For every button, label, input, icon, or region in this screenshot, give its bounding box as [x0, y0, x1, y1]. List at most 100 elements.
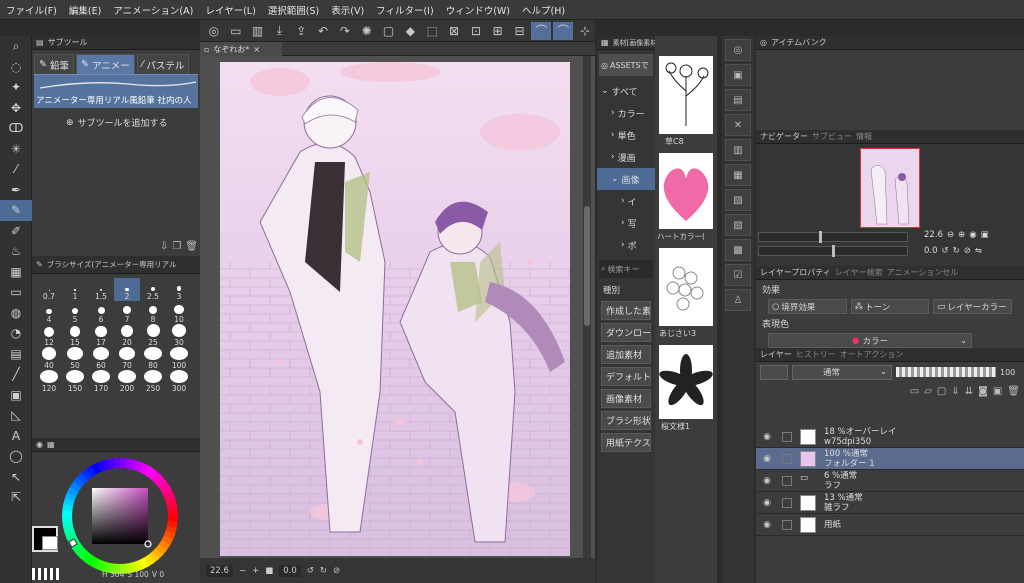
snap-special-ruler-icon[interactable]: ⌒	[531, 21, 552, 40]
move-tool-icon[interactable]: ✥	[0, 98, 32, 119]
new-raster-layer-icon[interactable]: ▭	[910, 386, 919, 397]
material-thumb-hydrangea[interactable]	[659, 248, 713, 326]
material-tree-item[interactable]: › ポ	[597, 234, 655, 256]
brush-size-option[interactable]: 25	[140, 324, 166, 347]
sub-color-swatch[interactable]	[42, 536, 58, 550]
menu-help[interactable]: ヘルプ(H)	[516, 3, 571, 17]
open-icon[interactable]: ▥	[248, 22, 268, 40]
tree-expand-icon[interactable]: ›	[611, 130, 615, 140]
layer-color-button[interactable]: ▭ レイヤーカラー	[933, 299, 1013, 314]
brush-size-option[interactable]: 2.5	[140, 278, 166, 301]
export-icon[interactable]: ⇪	[291, 22, 311, 40]
opacity-slider[interactable]	[896, 367, 996, 377]
tree-expand-icon[interactable]: ⌄	[601, 86, 609, 96]
select-icon[interactable]: ⊡	[466, 22, 486, 40]
add-subtool-button[interactable]: ⊕ サブツールを追加する	[32, 108, 200, 130]
navigator-icon[interactable]: ◎	[725, 39, 751, 61]
brush-size-option[interactable]: 40	[36, 347, 62, 370]
clear-icon[interactable]: ▢	[379, 22, 399, 40]
menu-animation[interactable]: アニメーション(A)	[107, 3, 199, 17]
brush-size-option[interactable]: 2	[114, 278, 140, 301]
balloon-tool-icon[interactable]: ◯	[0, 446, 32, 467]
zoom-in-icon[interactable]: +	[252, 566, 259, 576]
operation-tool-icon[interactable]: ⇱	[0, 487, 32, 508]
material-tree-item[interactable]: › 漫画	[597, 146, 655, 168]
canvas-tab[interactable]: ▫ なぞれお* ×	[200, 42, 282, 56]
rotate-left-icon[interactable]: ↺	[942, 246, 949, 256]
approx-color-icon[interactable]: ☑	[725, 264, 751, 286]
brush-size-option[interactable]: 4	[36, 301, 62, 324]
brush-size-option[interactable]: 100	[166, 347, 192, 370]
brush-size-option[interactable]: 12	[36, 324, 62, 347]
material-thumb-grass[interactable]	[659, 56, 713, 134]
magic-wand-icon[interactable]: ✳	[0, 139, 32, 160]
intermediate-color-icon[interactable]: ▩	[725, 239, 751, 261]
layer-color-swatch[interactable]	[760, 364, 788, 380]
new-file-icon[interactable]: ▭	[226, 22, 246, 40]
menu-selection[interactable]: 選択範囲(S)	[262, 3, 325, 17]
brush-size-option[interactable]: 200	[114, 370, 140, 393]
ruler-tool-icon[interactable]: ◺	[0, 405, 32, 426]
brush-size-option[interactable]: 5	[62, 301, 88, 324]
copy-icon[interactable]: ❐	[172, 241, 181, 252]
decoration-tool-icon[interactable]: ▦	[0, 262, 32, 283]
brush-size-icon[interactable]: ▥	[725, 139, 751, 161]
brush-size-option[interactable]: 170	[88, 370, 114, 393]
brush-size-option[interactable]: 3	[166, 278, 192, 301]
animation-cel-tab[interactable]: アニメーションセル	[887, 267, 959, 278]
new-folder-icon[interactable]: ▢	[937, 386, 946, 397]
artwork[interactable]	[220, 62, 570, 556]
canvas-vertical-scrollbar[interactable]	[583, 56, 591, 558]
visibility-eye-icon[interactable]: ◉	[756, 476, 778, 486]
layer-row[interactable]: ◉ 18 %オーバーレイ w75dpi350	[756, 426, 1024, 448]
download-icon[interactable]: ⇩	[160, 241, 168, 252]
navigator-tab[interactable]: ナビゲーター	[760, 131, 808, 142]
auto-action-tab[interactable]: オートアクション	[840, 349, 904, 360]
subtool-selected-item[interactable]: アニメーター専用リアル風鉛筆 社内の人	[34, 74, 198, 108]
layer-search-tab[interactable]: レイヤー検索	[835, 267, 883, 278]
fit-icon[interactable]: ◉	[969, 230, 976, 240]
material-category-button[interactable]: ブラシ形状	[601, 411, 651, 430]
expression-color-select[interactable]: ● カラー ⌄	[768, 333, 972, 348]
flip-h-icon[interactable]: ⇋	[975, 246, 982, 256]
subtool-tab-pencil[interactable]: ✎ 鉛筆	[34, 54, 74, 74]
reset-rotation-icon[interactable]: ⊘	[333, 566, 340, 576]
lasso-icon[interactable]: ↀ	[0, 118, 32, 139]
rotate-right-icon[interactable]: ↻	[953, 246, 960, 256]
brush-tool-icon[interactable]: ✐	[0, 221, 32, 242]
menu-view[interactable]: 表示(V)	[325, 3, 370, 17]
pen-tool-icon[interactable]: ✒	[0, 180, 32, 201]
navigator-preview[interactable]	[860, 148, 920, 228]
brush-size-option[interactable]: 50	[62, 347, 88, 370]
menu-layer[interactable]: レイヤー(L)	[199, 3, 261, 17]
stop-icon[interactable]: ■	[265, 566, 273, 576]
brush-size-option[interactable]: 20	[114, 324, 140, 347]
brush-size-option[interactable]: 120	[36, 370, 62, 393]
material-tree-item[interactable]: › イ	[597, 190, 655, 212]
merge-icon[interactable]: ⇊	[965, 386, 973, 397]
fill-icon[interactable]: ◆	[400, 22, 420, 40]
tone-button[interactable]: ⁂ トーン	[850, 299, 930, 314]
material-category-button[interactable]: デフォルト	[601, 367, 651, 386]
zoom-out-icon[interactable]: −	[239, 566, 246, 576]
blend-mode-select[interactable]: 通常 ⌄	[792, 364, 892, 380]
color-wheel[interactable]	[60, 456, 180, 576]
reset-rotation-icon[interactable]: ⊘	[964, 246, 971, 256]
material-thumb-heart[interactable]	[659, 153, 713, 229]
brush-size-option[interactable]: 300	[166, 370, 192, 393]
actual-size-icon[interactable]: ▣	[981, 230, 989, 240]
new-vector-layer-icon[interactable]: ▱	[924, 386, 932, 397]
layer-lock-checkbox[interactable]	[782, 519, 792, 530]
menu-filter[interactable]: フィルター(I)	[370, 3, 440, 17]
figure-tool-icon[interactable]: ╱	[0, 364, 32, 385]
undo-icon[interactable]: ↶	[313, 22, 333, 40]
material-tree-item[interactable]: ⌄ 画像	[597, 168, 655, 190]
snap-ruler-icon[interactable]: ⊟	[510, 22, 530, 40]
history-icon[interactable]: ♙	[725, 289, 751, 311]
brush-size-option[interactable]: 250	[140, 370, 166, 393]
layer-lock-checkbox[interactable]	[782, 475, 792, 486]
layer-row[interactable]: ◉ ▭ 6 %通常 ラフ	[756, 470, 1024, 492]
brush-size-option[interactable]: 7	[114, 301, 140, 324]
material-category-button[interactable]: ダウンロード	[601, 323, 651, 342]
app-icon[interactable]: ◎	[204, 22, 224, 40]
